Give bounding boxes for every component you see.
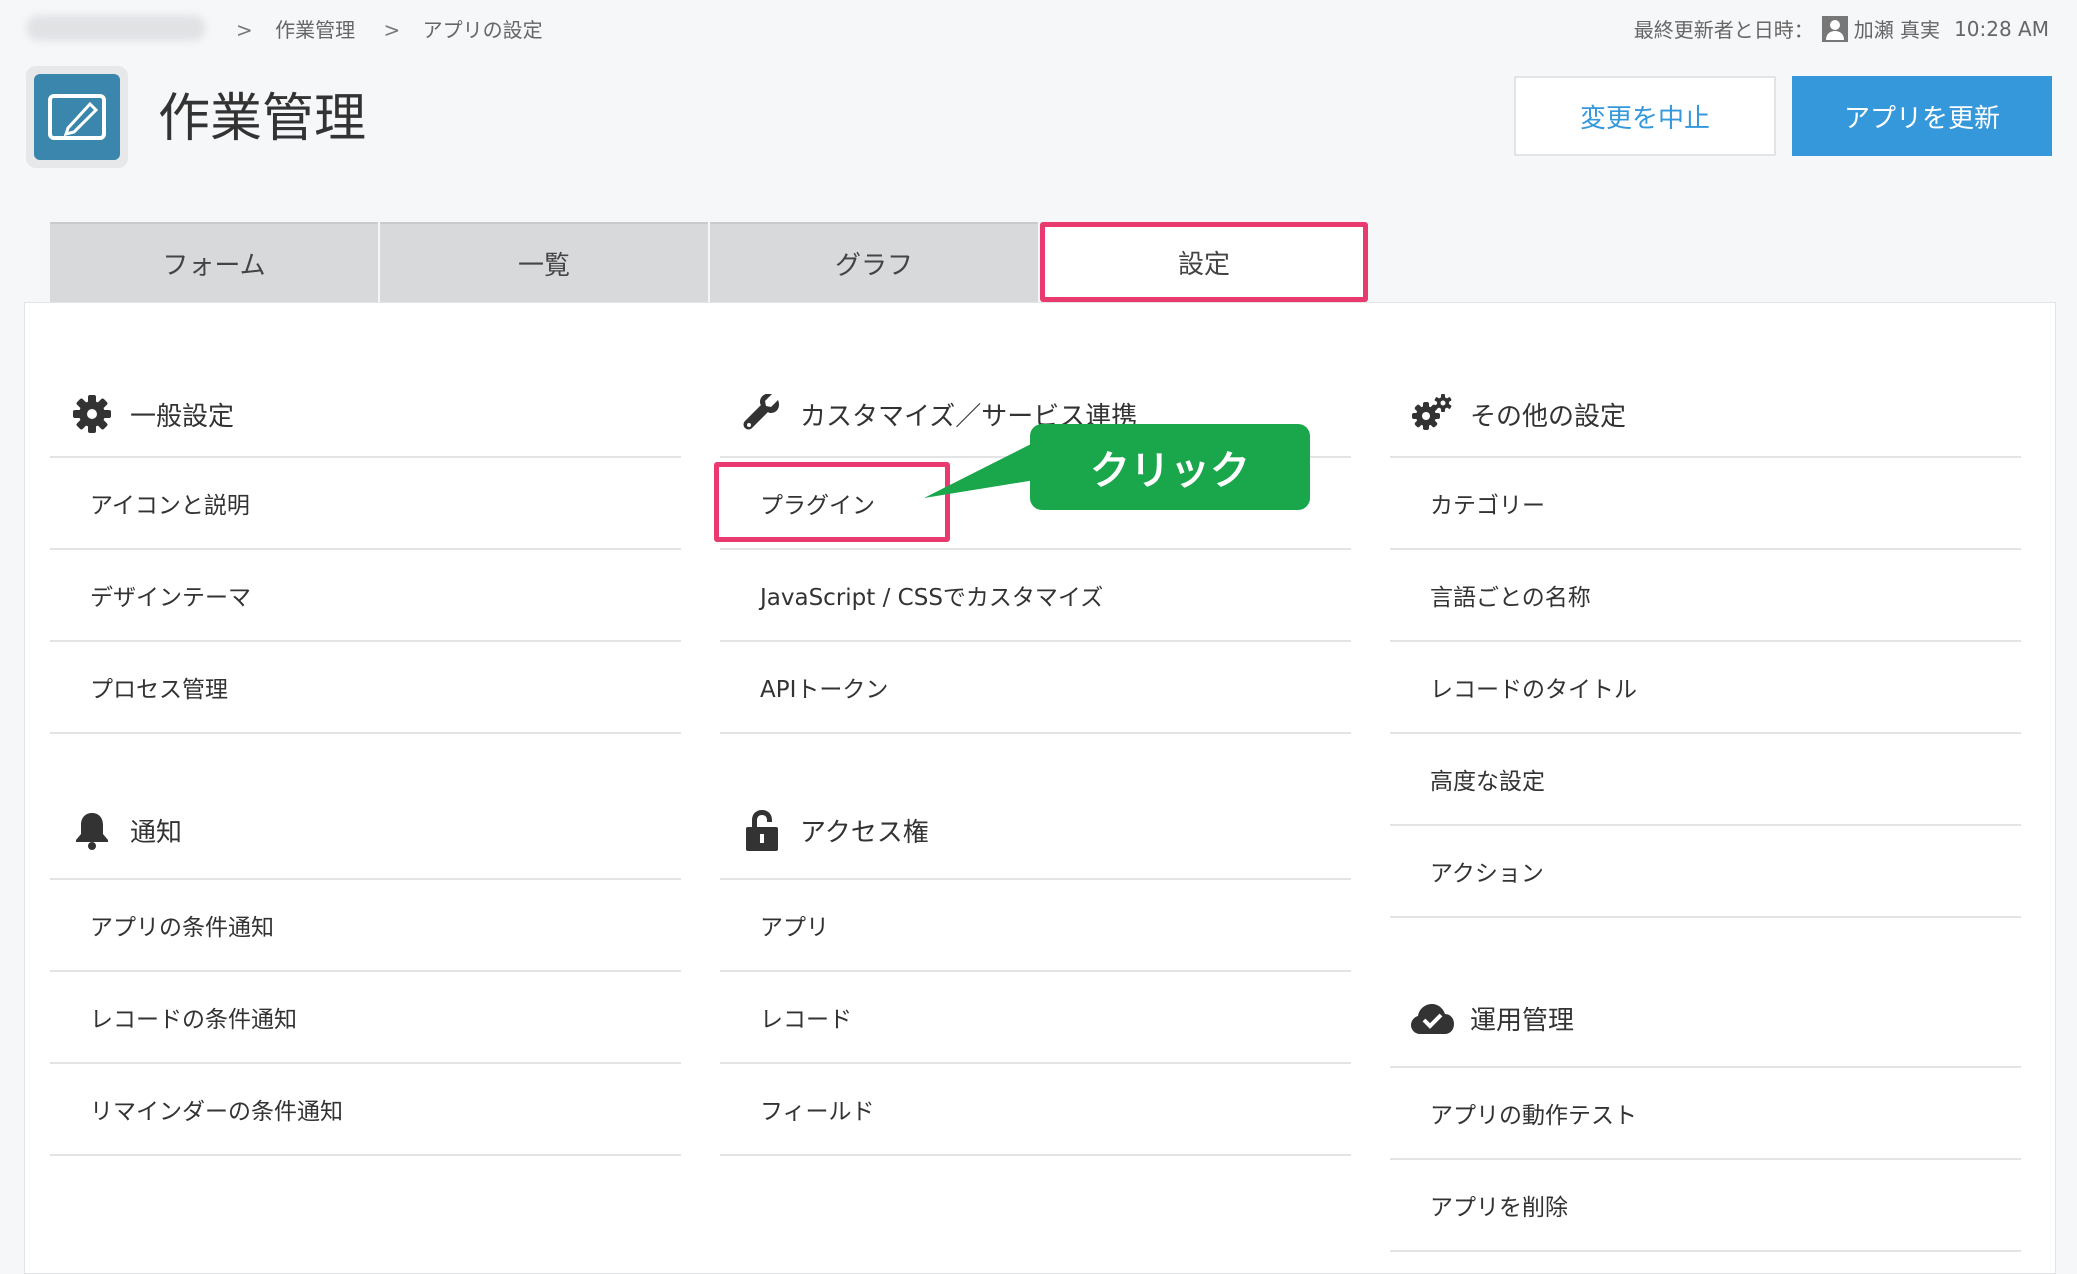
callout-pointer <box>924 442 1035 498</box>
setting-api-token[interactable]: APIトークン <box>720 642 1351 734</box>
breadcrumb-item-app[interactable]: 作業管理 <box>275 18 355 42</box>
section-other: その他の設定 カテゴリー 言語ごとの名称 レコードのタイトル 高度な設定 アクシ… <box>1390 372 2021 918</box>
last-updated-user[interactable]: 加瀬 真実 <box>1854 14 1940 43</box>
section-title: アクセス権 <box>800 817 929 848</box>
setting-process-management[interactable]: プロセス管理 <box>50 642 681 734</box>
setting-reminder-notify[interactable]: リマインダーの条件通知 <box>50 1064 681 1156</box>
gear-icon <box>70 392 114 436</box>
lock-icon <box>740 808 784 852</box>
section-title: 一般設定 <box>130 401 235 432</box>
user-icon <box>1821 15 1848 42</box>
plugin-highlight-box <box>714 462 950 542</box>
setting-access-field[interactable]: フィールド <box>720 1064 1351 1156</box>
setting-access-app[interactable]: アプリ <box>720 880 1351 972</box>
page-title: 作業管理 <box>158 89 367 149</box>
section-title: 通知 <box>130 817 183 848</box>
setting-js-css[interactable]: JavaScript / CSSでカスタマイズ <box>720 550 1351 642</box>
cloud-check-icon <box>1410 996 1454 1040</box>
section-notify: 通知 アプリの条件通知 レコードの条件通知 リマインダーの条件通知 <box>50 782 681 1156</box>
last-updated-label: 最終更新者と日時： <box>1633 18 1814 42</box>
setting-access-record[interactable]: レコード <box>720 972 1351 1064</box>
tab-form[interactable]: フォーム <box>50 222 378 302</box>
setting-delete-app[interactable]: アプリを削除 <box>1390 1160 2021 1252</box>
tab-graph[interactable]: グラフ <box>710 222 1038 302</box>
section-title: 運用管理 <box>1470 1005 1575 1036</box>
breadcrumb-item-settings: アプリの設定 <box>422 18 543 42</box>
cancel-changes-button[interactable]: 変更を中止 <box>1514 76 1776 156</box>
edit-icon <box>48 94 106 140</box>
app-icon <box>26 66 128 168</box>
gears-icon <box>1410 392 1454 436</box>
setting-advanced[interactable]: 高度な設定 <box>1390 734 2021 826</box>
tab-settings[interactable]: 設定 <box>1040 222 1368 302</box>
setting-action[interactable]: アクション <box>1390 826 2021 918</box>
setting-record-title[interactable]: レコードのタイトル <box>1390 642 2021 734</box>
last-updated: 最終更新者と日時： 加瀬 真実 10:28 AM <box>1634 14 2049 43</box>
tab-list[interactable]: 一覧 <box>380 222 708 302</box>
section-access: アクセス権 アプリ レコード フィールド <box>720 782 1351 1156</box>
click-callout: クリック <box>1030 424 1310 510</box>
update-app-button[interactable]: アプリを更新 <box>1792 76 2052 156</box>
last-updated-time: 10:28 AM <box>1954 16 2049 41</box>
breadcrumb: > 作業管理 > アプリの設定 <box>236 18 543 42</box>
section-ops: 運用管理 アプリの動作テスト アプリを削除 <box>1390 970 2021 1252</box>
setting-design-theme[interactable]: デザインテーマ <box>50 550 681 642</box>
setting-app-test[interactable]: アプリの動作テスト <box>1390 1068 2021 1160</box>
section-general: 一般設定 アイコンと説明 デザインテーマ プロセス管理 <box>50 372 681 734</box>
setting-icon-description[interactable]: アイコンと説明 <box>50 458 681 550</box>
section-title: その他の設定 <box>1470 401 1627 432</box>
wrench-icon <box>740 392 784 436</box>
bell-icon <box>70 808 114 852</box>
breadcrumb-app-space[interactable] <box>26 15 206 41</box>
setting-category[interactable]: カテゴリー <box>1390 458 2021 550</box>
setting-app-notify[interactable]: アプリの条件通知 <box>50 880 681 972</box>
setting-language-names[interactable]: 言語ごとの名称 <box>1390 550 2021 642</box>
setting-record-notify[interactable]: レコードの条件通知 <box>50 972 681 1064</box>
